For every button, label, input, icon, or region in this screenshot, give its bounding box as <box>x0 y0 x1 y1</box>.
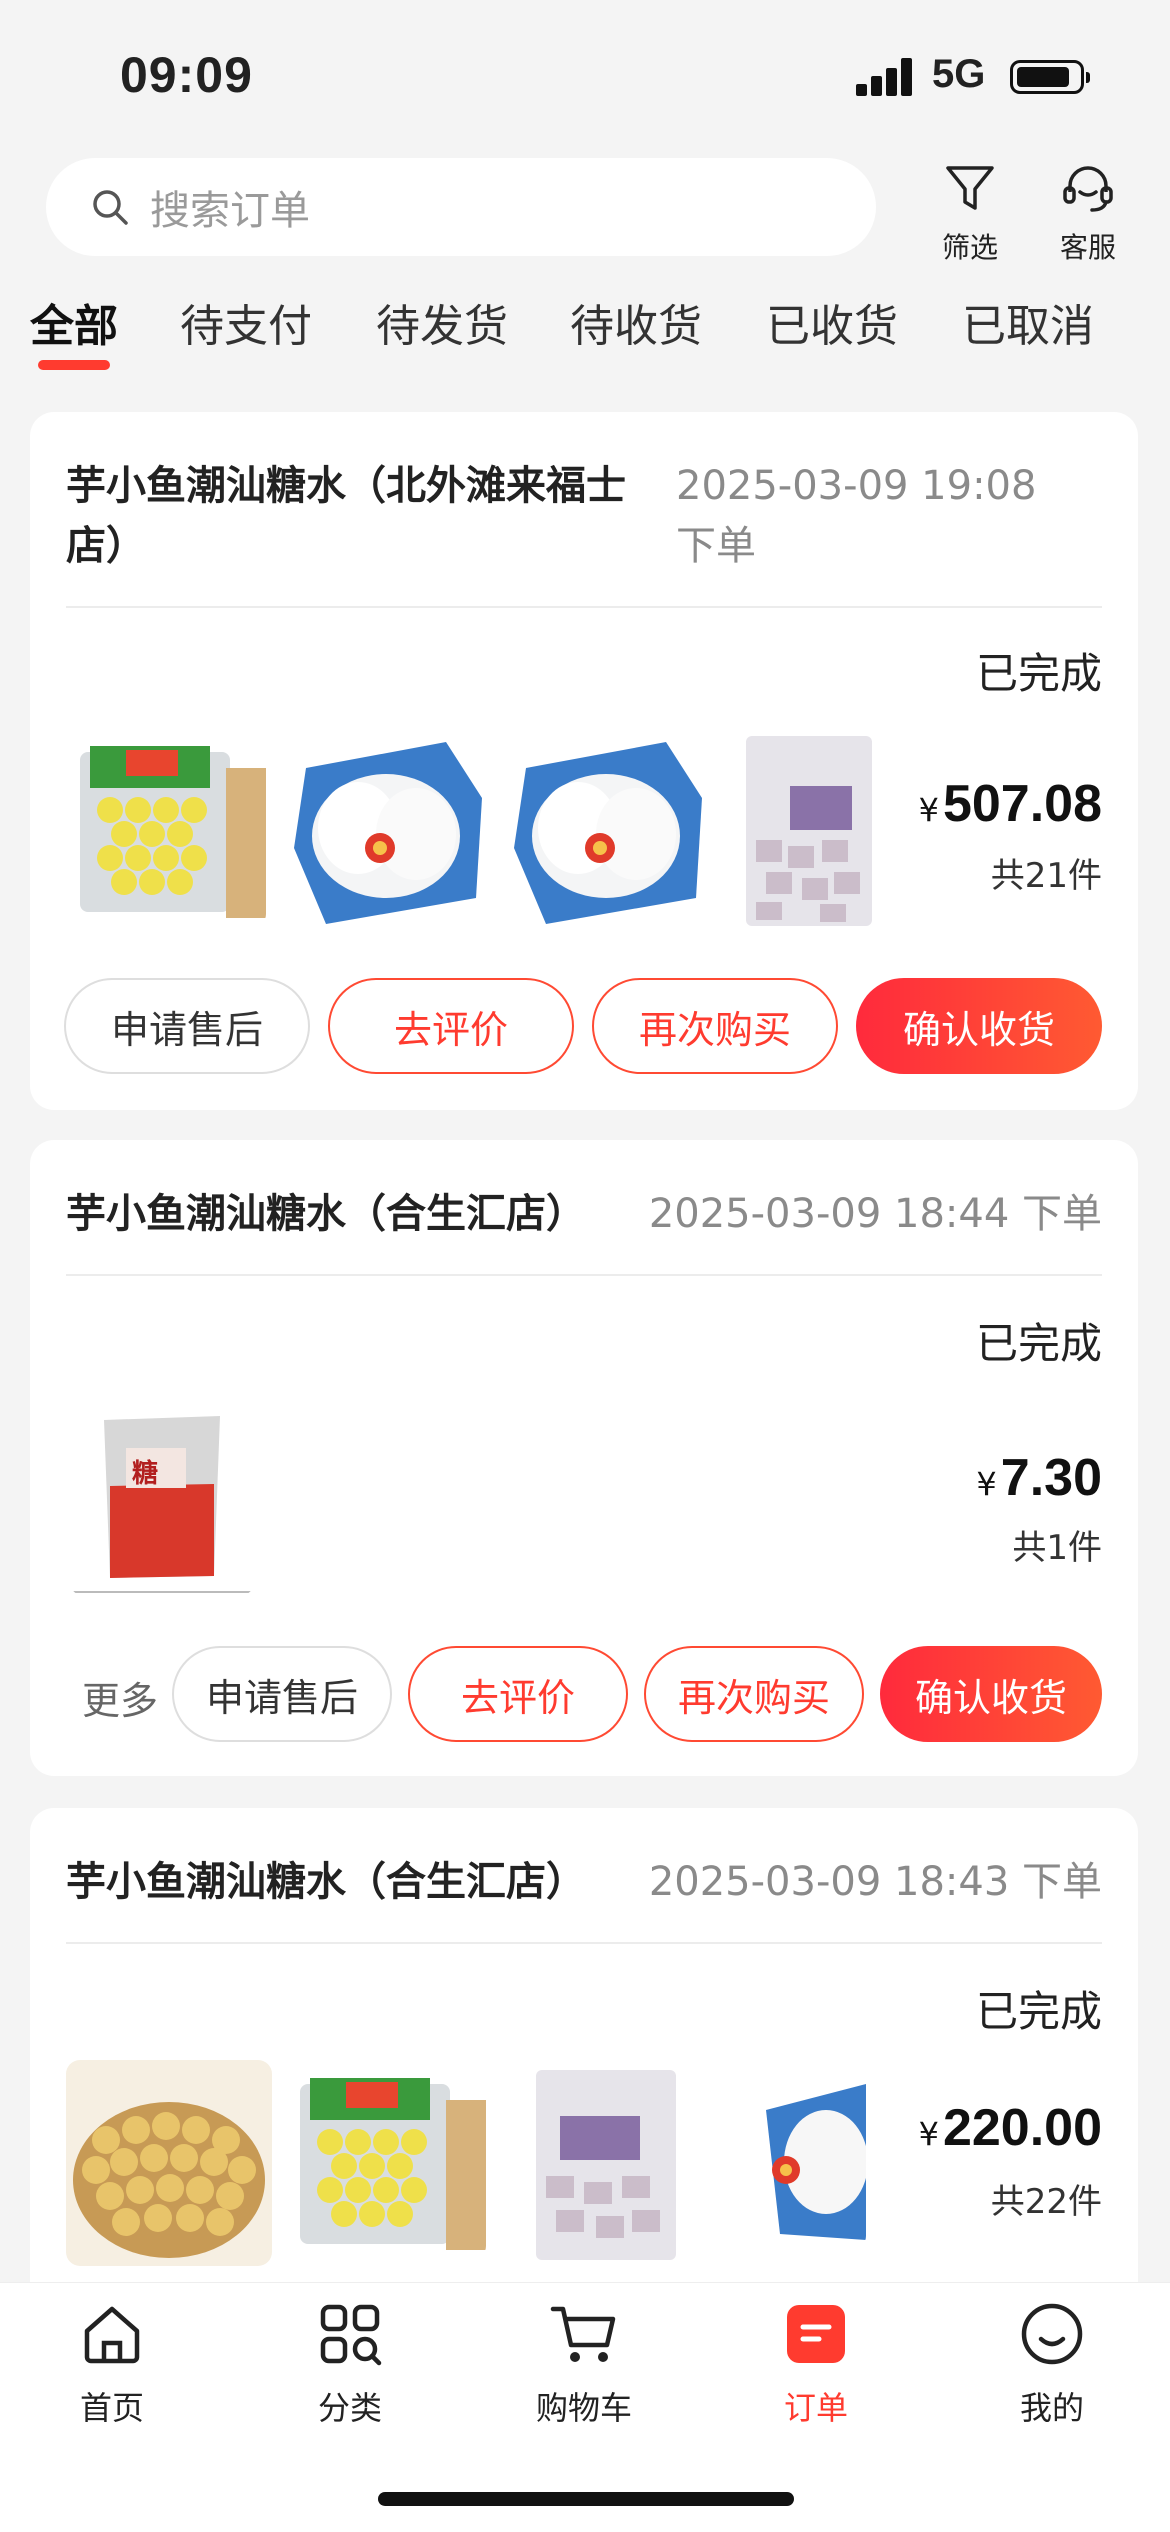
item-count: 共1件 <box>1012 1528 1102 1568</box>
order-total: ¥7.30 <box>976 1448 1102 1508</box>
review-button[interactable]: 去评价 <box>328 978 574 1074</box>
shopping-cart-icon <box>550 2306 616 2362</box>
status-bar: 09:09 5G <box>0 0 1170 150</box>
nav-home[interactable]: 首页 <box>22 2299 202 2429</box>
filter-icon <box>946 166 994 210</box>
order-status: 已完成 <box>975 1319 1102 1368</box>
order-total: ¥220.00 <box>919 2098 1102 2158</box>
item-count: 共21件 <box>990 856 1102 896</box>
product-thumbnail-taro[interactable] <box>726 728 876 928</box>
battery-icon <box>1010 60 1090 94</box>
nav-cart-label: 购物车 <box>535 2389 632 2427</box>
cellular-signal-icon <box>856 58 914 96</box>
product-thumbnail-fishball[interactable] <box>506 728 706 928</box>
order-total: ¥507.08 <box>919 774 1102 834</box>
order-amount: 220.00 <box>942 2099 1102 2157</box>
nav-home-label: 首页 <box>79 2389 144 2427</box>
tab-cancelled[interactable]: 已取消 <box>962 290 1094 354</box>
order-card[interactable]: 芋小鱼潮汕糖水（合生汇店） 2025-03-09 18:44 下单 已完成 糖 … <box>30 1140 1138 1776</box>
active-tab-indicator <box>38 360 110 370</box>
product-thumbnail-soybeans[interactable] <box>66 2060 272 2266</box>
shop-name[interactable]: 芋小鱼潮汕糖水（合生汇店） <box>66 1184 586 1244</box>
search-placeholder: 搜索订单 <box>150 188 310 234</box>
category-grid-icon <box>320 2304 382 2366</box>
product-thumbnail-fishball[interactable] <box>756 2070 866 2250</box>
tab-pending-payment[interactable]: 待支付 <box>180 290 312 354</box>
product-thumbnail-ginkgo[interactable] <box>286 2060 486 2260</box>
smiley-profile-icon <box>1021 2303 1083 2365</box>
shop-name[interactable]: 芋小鱼潮汕糖水（合生汇店） <box>66 1852 586 1912</box>
filter-button[interactable]: 筛选 <box>920 158 1020 266</box>
order-amount: 7.30 <box>1000 1449 1102 1507</box>
buy-again-button[interactable]: 再次购买 <box>592 978 838 1074</box>
order-date-line: 2025-03-09 19:08 <box>676 463 1037 509</box>
service-label: 客服 <box>1059 231 1116 264</box>
product-thumbnail-fishball[interactable] <box>286 728 486 928</box>
confirm-receipt-button[interactable]: 确认收货 <box>856 978 1102 1074</box>
divider <box>66 1942 1102 1944</box>
order-card[interactable]: 芋小鱼潮汕糖水（北外滩来福士 店） 2025-03-09 19:08 下单 已完… <box>30 412 1138 1110</box>
order-card[interactable]: 芋小鱼潮汕糖水（合生汇店） 2025-03-09 18:43 下单 已完成 ¥2… <box>30 1808 1138 2328</box>
tab-received[interactable]: 已收货 <box>766 290 898 354</box>
customer-service-button[interactable]: 客服 <box>1038 158 1138 266</box>
svg-text:糖: 糖 <box>132 1458 158 1489</box>
confirm-receipt-button[interactable]: 确认收货 <box>880 1646 1102 1742</box>
currency-symbol: ¥ <box>918 791 939 829</box>
product-thumbnail-ginkgo[interactable] <box>66 728 266 928</box>
filter-label: 筛选 <box>941 231 998 264</box>
product-thumbnail-taro[interactable] <box>520 2064 680 2264</box>
item-count: 共22件 <box>990 2182 1102 2222</box>
network-type: 5G <box>932 52 986 96</box>
tab-pending-receipt[interactable]: 待收货 <box>570 290 702 354</box>
shop-name-line: 店） <box>66 523 146 569</box>
headset-icon <box>1063 166 1113 212</box>
search-bar[interactable]: 搜索订单 <box>46 158 876 256</box>
tab-all[interactable]: 全部 <box>30 290 118 354</box>
home-indicator <box>378 2492 794 2506</box>
order-status: 已完成 <box>975 1987 1102 2036</box>
divider <box>66 606 1102 608</box>
currency-symbol: ¥ <box>976 1465 997 1503</box>
status-time: 09:09 <box>120 47 253 103</box>
shop-name-line: 芋小鱼潮汕糖水（北外滩来福士 <box>66 463 626 509</box>
nav-profile-label: 我的 <box>1019 2389 1084 2427</box>
nav-profile[interactable]: 我的 <box>962 2299 1142 2429</box>
buy-again-button[interactable]: 再次购买 <box>644 1646 864 1742</box>
currency-symbol: ¥ <box>918 2115 939 2153</box>
nav-category[interactable]: 分类 <box>260 2299 440 2429</box>
order-amount: 507.08 <box>942 775 1102 833</box>
order-date: 2025-03-09 19:08 下单 <box>676 456 1036 576</box>
divider <box>66 1274 1102 1276</box>
order-status: 已完成 <box>975 649 1102 698</box>
order-date: 2025-03-09 18:44 下单 <box>648 1191 1102 1237</box>
order-date: 2025-03-09 18:43 下单 <box>648 1859 1102 1905</box>
review-button[interactable]: 去评价 <box>408 1646 628 1742</box>
after-sales-button[interactable]: 申请售后 <box>172 1646 392 1742</box>
nav-orders-label: 订单 <box>783 2389 848 2427</box>
product-thumbnail-candy[interactable]: 糖 <box>70 1396 254 1596</box>
after-sales-button[interactable]: 申请售后 <box>64 978 310 1074</box>
order-date-line: 下单 <box>676 523 756 569</box>
order-tabs: 全部 待支付 待发货 待收货 已收货 已取消 <box>0 290 1170 380</box>
nav-category-label: 分类 <box>317 2389 382 2427</box>
shop-name[interactable]: 芋小鱼潮汕糖水（北外滩来福士 店） <box>66 456 686 576</box>
tab-pending-shipment[interactable]: 待发货 <box>376 290 508 354</box>
home-icon <box>84 2306 140 2364</box>
orders-icon <box>787 2305 845 2363</box>
nav-orders[interactable]: 订单 <box>726 2299 906 2429</box>
more-actions-button[interactable]: 更多 <box>82 1670 158 1725</box>
nav-cart[interactable]: 购物车 <box>494 2299 674 2429</box>
search-icon <box>93 190 128 225</box>
